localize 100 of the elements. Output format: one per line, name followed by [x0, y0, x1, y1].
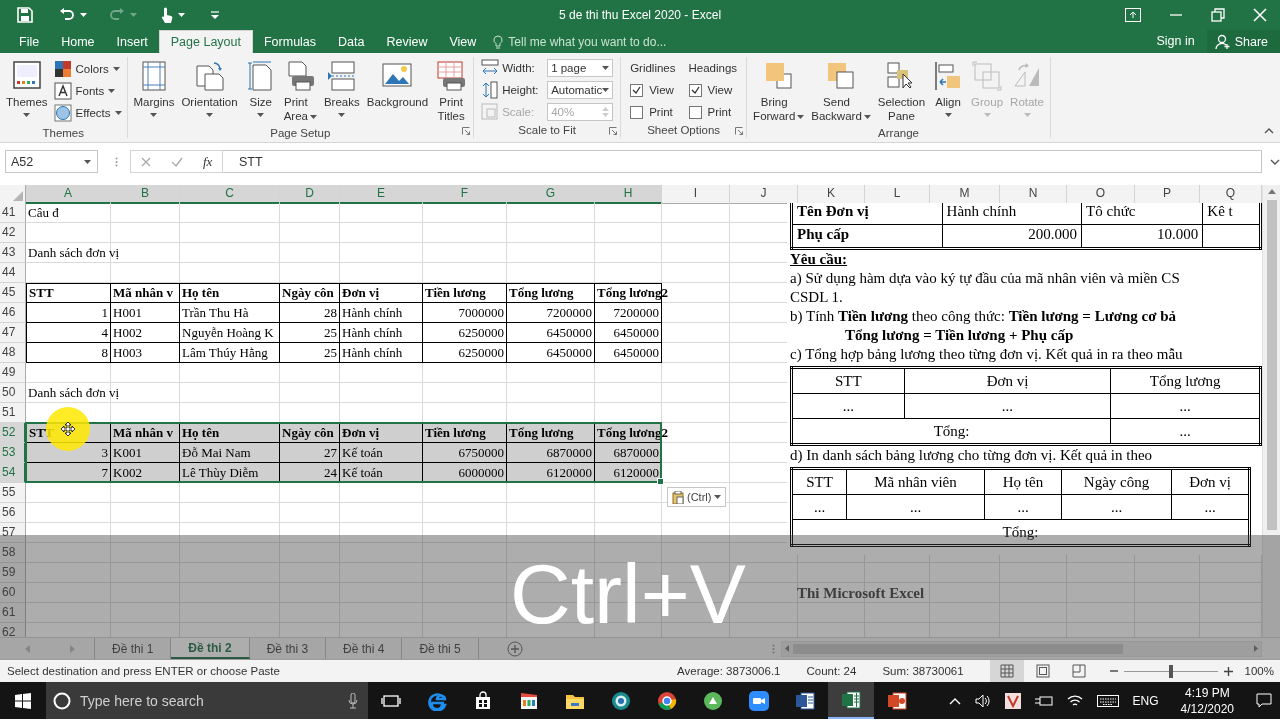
paste-options-button[interactable]: (Ctrl): [667, 487, 727, 507]
margins-button[interactable]: Margins: [130, 57, 178, 127]
sheet-tab[interactable]: Đề thi 2: [171, 638, 250, 659]
checkbox[interactable]: Print: [630, 101, 676, 123]
row-header[interactable]: 41: [0, 203, 26, 223]
theme-button[interactable]: Themes: [3, 57, 51, 127]
bring-forward-button[interactable]: Bring Forward: [750, 57, 808, 127]
row-header[interactable]: 60: [0, 583, 26, 603]
image-button[interactable]: Background: [363, 57, 432, 127]
checkbox[interactable]: View: [688, 79, 738, 101]
clock[interactable]: 4:19 PM 4/12/2020: [1180, 684, 1234, 717]
ribbon-tab[interactable]: Data: [327, 30, 376, 53]
table-cell: Hành chính: [340, 323, 423, 343]
row-header[interactable]: 59: [0, 563, 26, 583]
taskbar-app-button[interactable]: [828, 682, 874, 719]
effects-menu-button[interactable]: Effects: [51, 102, 124, 124]
row-header[interactable]: 49: [0, 363, 26, 383]
save-icon[interactable]: [17, 7, 33, 23]
tell-me-search[interactable]: Tell me what you want to do...: [493, 30, 667, 53]
row-header[interactable]: 62: [0, 623, 26, 637]
horizontal-scrollbar[interactable]: [781, 640, 1262, 657]
row-header[interactable]: 55: [0, 483, 26, 503]
palette-menu-button[interactable]: Colors: [51, 58, 124, 80]
v-app-icon[interactable]: [1004, 692, 1021, 709]
vertical-scrollbar[interactable]: [1262, 185, 1280, 637]
field-label: Width:: [502, 62, 536, 74]
table-cell: Ngày công: [1061, 468, 1172, 495]
table-cell: Tên Đơn vị: [791, 203, 943, 225]
ribbon-tab[interactable]: Formulas: [252, 30, 328, 53]
dropdown-field[interactable]: 1 page: [547, 59, 614, 77]
ribbon-tab[interactable]: File: [8, 30, 51, 53]
page-break-button[interactable]: Breaks: [320, 57, 363, 127]
print-titles-button[interactable]: Print Titles: [432, 57, 471, 127]
row-header[interactable]: 54: [0, 463, 26, 483]
row-header[interactable]: 52: [0, 423, 26, 443]
row-header[interactable]: 48: [0, 343, 26, 363]
formula-input[interactable]: STT: [223, 150, 1262, 173]
send-backward-button[interactable]: Send Backward: [808, 57, 874, 127]
ribbon-tab[interactable]: View: [438, 30, 488, 53]
page-size-button[interactable]: Size: [241, 57, 280, 127]
row-header[interactable]: 57: [0, 523, 26, 543]
expand-formula-icon[interactable]: [1270, 158, 1280, 165]
row-header[interactable]: 58: [0, 543, 26, 563]
row-header[interactable]: 51: [0, 403, 26, 423]
name-box[interactable]: A52: [5, 150, 98, 173]
checkbox[interactable]: View: [630, 79, 676, 101]
customize-icon[interactable]: [211, 11, 219, 19]
shortcut-overlay: Ctrl+V: [510, 549, 746, 639]
checkbox[interactable]: Print: [688, 101, 738, 123]
ribbon-tab[interactable]: Page Layout: [158, 30, 253, 53]
row-header[interactable]: 43: [0, 243, 26, 263]
align-button[interactable]: Align: [929, 57, 968, 127]
undo-icon[interactable]: [59, 8, 75, 22]
taskbar-search-field[interactable]: Type here to search: [46, 682, 368, 719]
confirm-check-icon[interactable]: [171, 156, 183, 167]
dropdown-field[interactable]: Automatic: [547, 81, 614, 99]
notification-icon[interactable]: [1256, 693, 1272, 708]
input-language[interactable]: ENG: [1132, 693, 1159, 708]
row-header[interactable]: 53: [0, 443, 26, 463]
printer-button[interactable]: Print Area: [280, 57, 320, 127]
ribbon-tab[interactable]: Insert: [105, 30, 159, 53]
keyboard-icon[interactable]: [1096, 694, 1119, 707]
ribbon-tab[interactable]: Review: [375, 30, 439, 53]
dialog-launcher-icon[interactable]: [735, 127, 744, 135]
width-icon: [481, 59, 500, 77]
zoom-out-icon[interactable]: [1109, 667, 1118, 675]
orientation-button[interactable]: Orientation: [178, 57, 241, 127]
zoom-in-icon[interactable]: [1223, 666, 1233, 676]
row-header[interactable]: 50: [0, 383, 26, 403]
close-icon[interactable]: [1253, 8, 1267, 22]
scale-icon: [481, 103, 500, 121]
windows-start-icon[interactable]: [15, 692, 31, 709]
font-menu-button[interactable]: Fonts: [51, 80, 124, 102]
touch-hand-icon[interactable]: [159, 6, 173, 24]
dialog-launcher-icon[interactable]: [462, 127, 471, 135]
restore-icon[interactable]: [1211, 8, 1225, 22]
share-button[interactable]: Share: [1206, 30, 1280, 53]
row-header[interactable]: 45: [0, 283, 26, 303]
row-header[interactable]: 46: [0, 303, 26, 323]
wifi-icon[interactable]: [1066, 693, 1083, 708]
row-header[interactable]: 61: [0, 603, 26, 623]
insert-function-button[interactable]: fx: [203, 153, 213, 170]
collapse-ribbon-icon[interactable]: [1264, 128, 1274, 134]
ribbon-display-icon[interactable]: [1125, 8, 1141, 22]
chevron-up-icon[interactable]: [948, 696, 961, 705]
normal-view-button[interactable]: [989, 660, 1024, 682]
row-header[interactable]: 44: [0, 263, 26, 283]
selection-pane-button[interactable]: Selection Pane: [874, 57, 929, 127]
sign-in-link[interactable]: Sign in: [1144, 30, 1207, 53]
dialog-launcher-icon[interactable]: [609, 127, 618, 135]
power-plug-icon[interactable]: [1034, 694, 1053, 707]
status-count: Count: 24: [806, 665, 857, 677]
table-cell: 27: [280, 443, 340, 463]
ribbon-tab[interactable]: Home: [50, 30, 106, 53]
row-header[interactable]: 42: [0, 223, 26, 243]
table-cell: Kế toán: [340, 443, 423, 463]
lightbulb-icon: [493, 34, 504, 49]
row-header[interactable]: 47: [0, 323, 26, 343]
row-header[interactable]: 56: [0, 503, 26, 523]
speaker-icon[interactable]: [974, 693, 991, 708]
